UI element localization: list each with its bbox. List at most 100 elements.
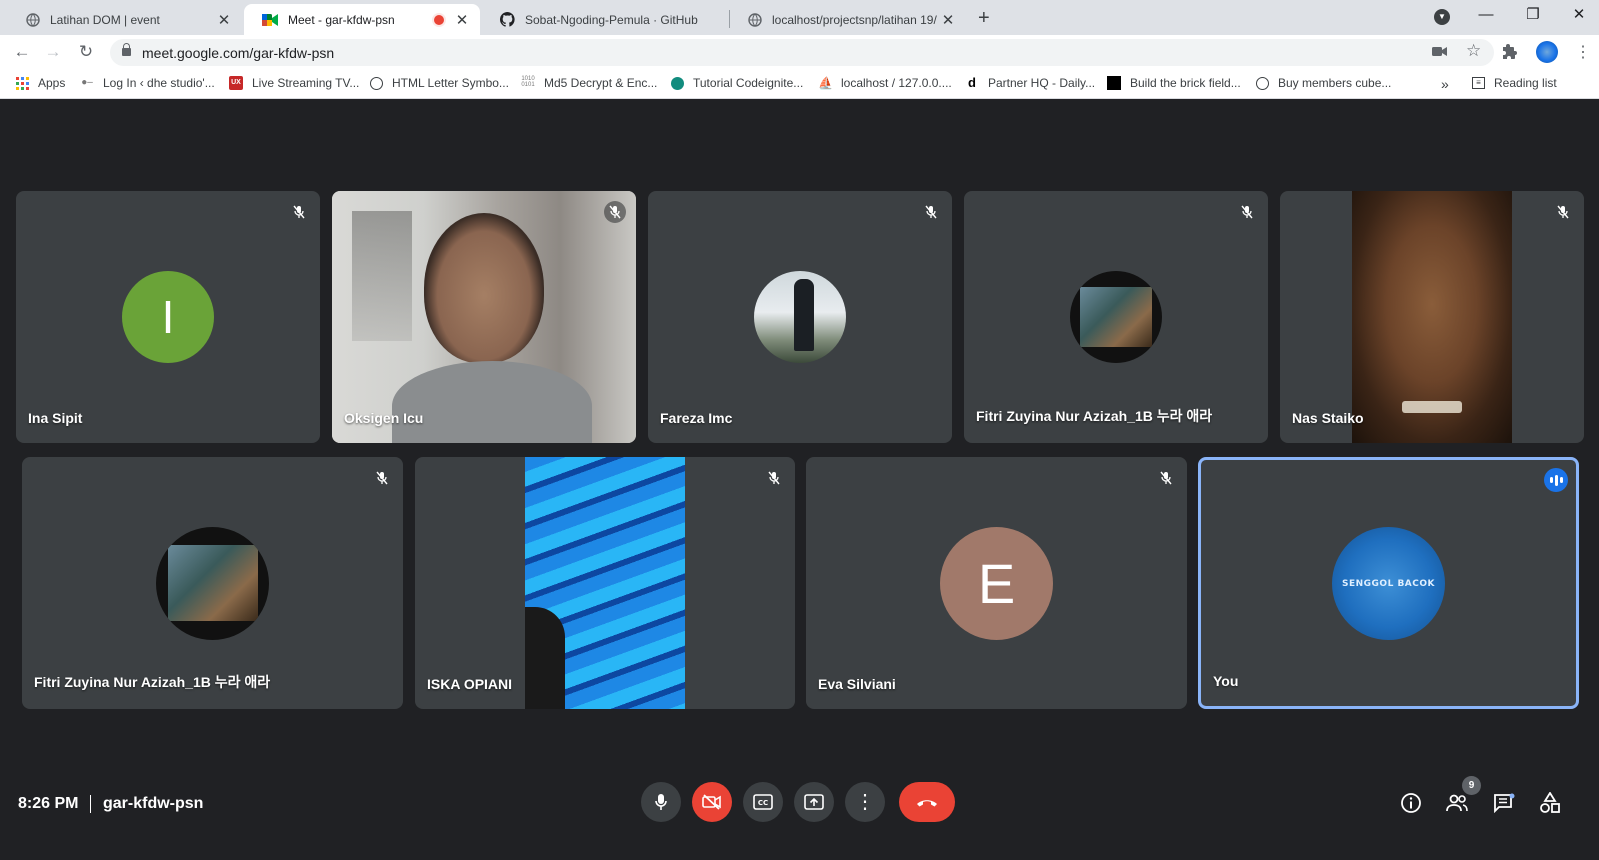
participant-photo-avatar	[1070, 271, 1162, 363]
tab-github[interactable]: Sobat-Ngoding-Pemula · GitHub	[482, 4, 722, 35]
extensions-puzzle-icon[interactable]	[1502, 44, 1518, 60]
url-text: meet.google.com/gar-kfdw-psn	[142, 44, 335, 61]
google-meet-icon	[262, 13, 278, 26]
participant-tile[interactable]: Oksigen Icu	[332, 191, 636, 443]
separator	[90, 795, 91, 813]
tab-title: Sobat-Ngoding-Pemula · GitHub	[525, 12, 698, 27]
bookmark-apps[interactable]: Apps	[16, 76, 65, 90]
tab-close-icon[interactable]: ✕	[454, 11, 470, 29]
captions-button[interactable]: CC	[743, 782, 783, 822]
browser-menu-icon[interactable]: ⋮	[1575, 42, 1591, 62]
recording-indicator-icon	[434, 14, 444, 25]
profile-avatar[interactable]	[1536, 41, 1558, 63]
muted-mic-icon	[1552, 201, 1574, 223]
meeting-code: gar-kfdw-psn	[103, 795, 204, 812]
bookmark-brick-field[interactable]: Build the brick field...	[1107, 76, 1241, 90]
tab-title: localhost/projectsnp/latihan 19/	[772, 12, 937, 27]
globe-icon	[370, 76, 383, 90]
restore-icon[interactable]: ❐	[1513, 4, 1553, 26]
leave-call-button[interactable]	[899, 782, 955, 822]
reading-list-label: Reading list	[1494, 76, 1557, 90]
bookmark-label: Tutorial Codeignite...	[693, 76, 804, 90]
chat-icon	[1494, 793, 1515, 813]
new-tab-plus-icon[interactable]: +	[978, 7, 990, 30]
microphone-button[interactable]	[641, 782, 681, 822]
bookmark-label: Partner HQ - Daily...	[988, 76, 1096, 90]
meet-control-bar: 8:26 PM gar-kfdw-psn CC ⋮ 9	[0, 770, 1599, 860]
lock-icon	[122, 42, 131, 58]
globe-icon	[26, 12, 40, 27]
camera-in-use-icon[interactable]	[1432, 46, 1447, 57]
brick-icon	[1107, 76, 1121, 90]
tab-title: Latihan DOM | event	[50, 12, 160, 27]
tab-latihan-dom[interactable]: Latihan DOM | event ✕	[8, 4, 242, 35]
participant-tile[interactable]: Nas Staiko	[1280, 191, 1584, 443]
participant-tile-self[interactable]: SENGGOL BACOK You	[1198, 457, 1579, 709]
muted-mic-icon	[920, 201, 942, 223]
speaking-indicator-icon	[1544, 468, 1568, 492]
participant-photo-avatar	[754, 271, 846, 363]
participant-name: Ina Sipit	[28, 410, 83, 426]
bookmark-html-letter[interactable]: HTML Letter Symbo...	[370, 76, 509, 90]
tab-localhost[interactable]: localhost/projectsnp/latihan 19/ ✕	[730, 4, 966, 35]
tab-search-chevron-icon[interactable]: ▼	[1434, 9, 1450, 25]
present-screen-button[interactable]	[794, 782, 834, 822]
bookmark-codeigniter[interactable]: Tutorial Codeignite...	[671, 76, 803, 90]
bookmark-label: Log In ‹ dhe studio'...	[103, 76, 215, 90]
participant-video	[332, 191, 636, 443]
self-avatar: SENGGOL BACOK	[1332, 527, 1445, 640]
minimize-icon[interactable]: —	[1466, 4, 1506, 26]
self-avatar-text: SENGGOL BACOK	[1341, 578, 1435, 589]
participant-tile[interactable]: Fitri Zuyina Nur Azizah_1B 누라 애라	[22, 457, 403, 709]
tab-close-icon[interactable]: ✕	[940, 11, 956, 29]
participant-tile[interactable]: Fitri Zuyina Nur Azizah_1B 누라 애라	[964, 191, 1268, 443]
participant-initial-avatar: I	[122, 271, 214, 363]
bookmark-label: Live Streaming TV...	[252, 76, 360, 90]
camera-off-button[interactable]	[692, 782, 732, 822]
participant-name: Fareza Imc	[660, 410, 733, 426]
apps-grid-icon	[16, 76, 29, 90]
participant-tile[interactable]: Fareza Imc	[648, 191, 952, 443]
bookmark-partner-hq[interactable]: d Partner HQ - Daily...	[965, 75, 1096, 91]
participant-tile[interactable]: ISKA OPIANI	[415, 457, 795, 709]
participant-name: ISKA OPIANI	[427, 676, 513, 692]
activities-shapes-icon	[1540, 792, 1560, 813]
participant-name: Nas Staiko	[1292, 410, 1364, 426]
bookmarks-overflow[interactable]: »	[1441, 76, 1449, 92]
more-options-button[interactable]: ⋮	[845, 782, 885, 822]
bookmark-label: Buy members cube...	[1278, 76, 1392, 90]
tab-close-icon[interactable]: ✕	[216, 11, 232, 29]
address-bar[interactable]: meet.google.com/gar-kfdw-psn	[110, 39, 1494, 66]
bookmark-phpmyadmin[interactable]: ⛵ localhost / 127.0.0....	[818, 76, 952, 90]
meeting-details-button[interactable]	[1397, 790, 1425, 816]
participant-tile[interactable]: I Ina Sipit	[16, 191, 320, 443]
info-icon	[1401, 793, 1421, 813]
bookmark-label: Apps	[38, 76, 66, 90]
participant-name: You	[1213, 673, 1239, 689]
bookmark-label: Build the brick field...	[1130, 76, 1241, 90]
participant-tile[interactable]: E Eva Silviani	[806, 457, 1187, 709]
participant-initial-avatar: E	[940, 527, 1053, 640]
participant-photo-avatar	[156, 527, 269, 640]
partner-d-icon: d	[968, 75, 976, 90]
activities-button[interactable]	[1536, 790, 1564, 816]
camera-off-icon	[702, 794, 721, 810]
back-arrow-icon[interactable]: ←	[11, 41, 33, 63]
tab-meet[interactable]: Meet - gar-kfdw-psn ✕	[244, 4, 480, 35]
forward-arrow-icon[interactable]: →	[42, 41, 64, 63]
bookmark-members-cube[interactable]: Buy members cube...	[1256, 76, 1391, 90]
bookmark-label: localhost / 127.0.0....	[841, 76, 952, 90]
bookmark-live-streaming[interactable]: UX Live Streaming TV...	[229, 76, 359, 90]
people-icon	[1446, 794, 1468, 812]
window-close-icon[interactable]: ✕	[1559, 4, 1599, 26]
globe-icon	[748, 12, 762, 27]
binary-icon: 1010 0101	[521, 76, 535, 88]
reading-list[interactable]: ≡ Reading list	[1472, 76, 1557, 90]
bookmark-dhe-studio[interactable]: ●‒ Log In ‹ dhe studio'...	[80, 76, 215, 90]
chat-button[interactable]	[1490, 790, 1518, 816]
codeigniter-icon	[671, 76, 684, 90]
reload-icon[interactable]: ↻	[75, 41, 97, 63]
muted-mic-icon	[1155, 467, 1177, 489]
bookmark-star-icon[interactable]: ☆	[1466, 41, 1481, 61]
bookmark-md5[interactable]: 1010 0101 Md5 Decrypt & Enc...	[521, 76, 657, 90]
